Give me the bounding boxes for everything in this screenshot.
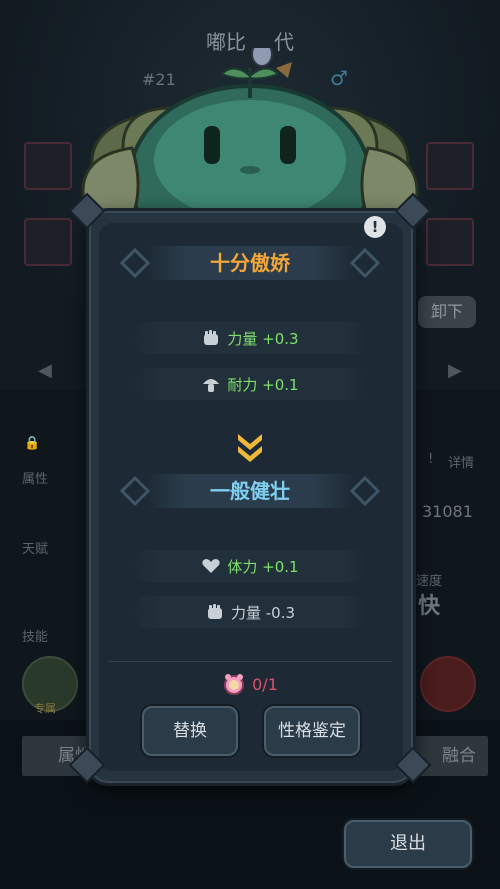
arrow-left-icon[interactable]: ◀ — [38, 360, 52, 381]
identify-trait-button[interactable]: 性格鉴定 — [264, 706, 360, 756]
arrow-right-icon[interactable]: ▶ — [448, 360, 462, 381]
replace-button[interactable]: 替换 — [142, 706, 238, 756]
heart-icon — [202, 559, 220, 573]
current-trait-name: 十分傲娇 — [210, 251, 290, 275]
exclusive-badge: 专属 — [34, 702, 56, 715]
new-trait-name: 一般健壮 — [210, 479, 290, 503]
fist-icon — [204, 330, 219, 345]
current-trait-banner: 十分傲娇 — [120, 242, 380, 284]
speed-label: 速度 — [416, 574, 443, 589]
identify-cost: 0/1 — [0, 672, 500, 696]
current-trait-stat: 耐力 +0.1 — [130, 368, 370, 400]
mushroom-icon — [203, 379, 220, 392]
lock-icon: 🔒 — [24, 436, 41, 451]
divider — [108, 661, 392, 662]
attribute-label: 属性 — [22, 472, 49, 487]
new-trait-stat: 体力 +0.1 — [130, 550, 370, 582]
current-trait-stat: 力量 +0.3 — [130, 322, 370, 354]
details-link[interactable]: 详情 — [448, 452, 474, 471]
talent-label: 天赋 — [22, 542, 49, 557]
new-trait-banner: 一般健壮 — [120, 470, 380, 512]
power-value: 31081 — [422, 502, 473, 521]
pet-food-icon — [224, 674, 245, 695]
stat-text: 耐力 +0.1 — [227, 375, 299, 394]
exit-button[interactable]: 退出 — [344, 820, 472, 868]
info-icon[interactable]: ! — [364, 216, 386, 238]
stat-text: 体力 +0.1 — [227, 557, 299, 576]
skill-label: 技能 — [22, 630, 49, 645]
new-trait-stat: 力量 -0.3 — [130, 596, 370, 628]
alert-icon: ! — [428, 452, 434, 467]
fist-icon — [207, 604, 222, 619]
stat-text: 力量 +0.3 — [227, 329, 299, 348]
chevron-down-icon — [238, 434, 262, 462]
speed-value: 快 — [418, 594, 441, 619]
unload-button[interactable]: 卸下 — [418, 296, 476, 328]
stat-text: 力量 -0.3 — [230, 603, 296, 622]
cost-count: 0/1 — [252, 674, 278, 694]
